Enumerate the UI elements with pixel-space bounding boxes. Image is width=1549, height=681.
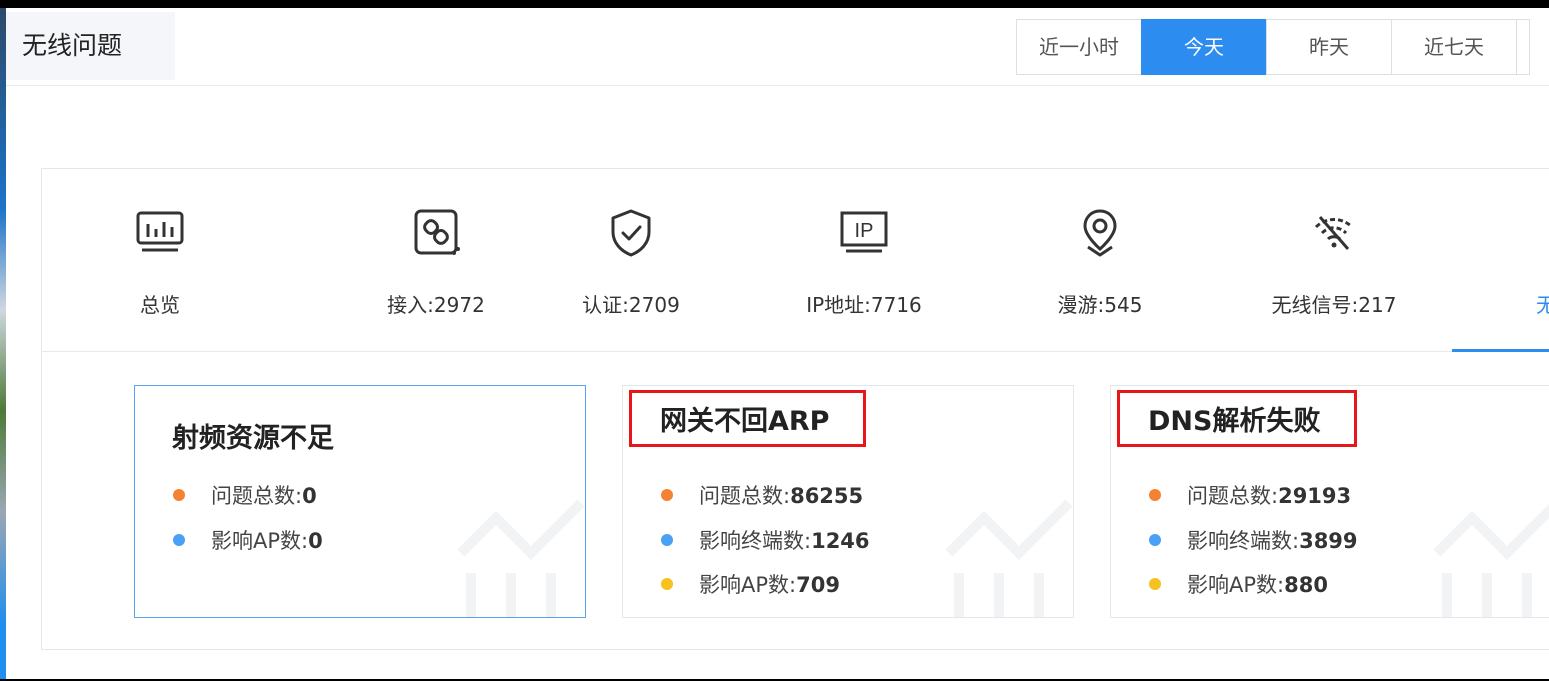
background-window-edge bbox=[0, 8, 6, 679]
card-title: 射频资源不足 bbox=[172, 423, 334, 454]
issue-card-gateway-arp[interactable]: 网关不回ARP 问题总数:86255 影响终端数:1246 影响AP数:709 bbox=[622, 385, 1074, 618]
category-label: 漫游:545 bbox=[1057, 293, 1143, 317]
metric-value: 1246 bbox=[811, 529, 870, 553]
card-title: 网关不回ARP bbox=[629, 390, 867, 447]
metric-label: 问题总数: bbox=[211, 484, 303, 508]
app-frame: 无线问题 近一小时 今天 昨天 近七天 总览 接入:2972 认证:2709 I… bbox=[0, 8, 1549, 679]
blue-dot-icon bbox=[1149, 534, 1161, 546]
category-tab-wireless-signal[interactable]: 无线信号:217 bbox=[1234, 205, 1434, 318]
yellow-dot-icon bbox=[661, 578, 673, 590]
metric-value: 709 bbox=[796, 573, 840, 597]
ip-address-icon: IP bbox=[840, 211, 888, 253]
top-bar: 无线问题 近一小时 今天 昨天 近七天 bbox=[0, 8, 1549, 86]
trend-watermark-icon bbox=[1433, 503, 1549, 617]
blue-dot-icon bbox=[173, 534, 185, 546]
location-pin-icon bbox=[1083, 209, 1117, 257]
issue-panel: 总览 接入:2972 认证:2709 IP IP地址:7716 漫游:545 无… bbox=[41, 168, 1549, 650]
metric-affected-ap: 影响AP数:0 bbox=[173, 525, 323, 555]
orange-dot-icon bbox=[661, 489, 673, 501]
category-tab-auth[interactable]: 认证:2709 bbox=[531, 205, 731, 318]
category-label: 接入:2972 bbox=[387, 293, 485, 317]
category-tabs: 总览 接入:2972 认证:2709 IP IP地址:7716 漫游:545 无… bbox=[42, 169, 1549, 352]
category-label: 无线信号:217 bbox=[1271, 293, 1397, 317]
metric-value: 0 bbox=[302, 484, 317, 508]
active-tab-indicator bbox=[1452, 349, 1549, 352]
trend-watermark-icon bbox=[457, 499, 585, 617]
svg-text:IP: IP bbox=[855, 220, 874, 242]
issue-card-dns-failure[interactable]: DNS解析失败 问题总数:29193 影响终端数:3899 影响AP数:880 bbox=[1110, 385, 1549, 618]
issue-card-rf-insufficient[interactable]: 射频资源不足 问题总数:0 影响AP数:0 bbox=[134, 385, 586, 618]
metric-value: 880 bbox=[1284, 573, 1328, 597]
time-range-tabs: 近一小时 今天 昨天 近七天 bbox=[1016, 19, 1530, 75]
metric-value: 29193 bbox=[1278, 484, 1352, 508]
metric-total-issues: 问题总数:0 bbox=[173, 480, 317, 510]
metric-affected-ap: 影响AP数:880 bbox=[1149, 569, 1328, 599]
metric-label: 影响终端数: bbox=[1187, 529, 1300, 553]
range-tab-last-seven-days[interactable]: 近七天 bbox=[1391, 19, 1517, 75]
metric-affected-terminals: 影响终端数:3899 bbox=[1149, 525, 1358, 555]
trend-watermark-icon bbox=[945, 499, 1073, 617]
category-label: 无法上 bbox=[1536, 293, 1549, 317]
metric-total-issues: 问题总数:86255 bbox=[661, 480, 863, 510]
orange-dot-icon bbox=[1149, 489, 1161, 501]
metric-affected-terminals: 影响终端数:1246 bbox=[661, 525, 870, 555]
shield-check-icon bbox=[611, 209, 651, 257]
category-tab-overview[interactable]: 总览 bbox=[60, 205, 260, 318]
blue-dot-icon bbox=[661, 534, 673, 546]
range-tab-last-hour[interactable]: 近一小时 bbox=[1016, 19, 1142, 75]
category-tab-cannot-connect[interactable]: 无法上 bbox=[1466, 205, 1549, 318]
category-label: 总览 bbox=[140, 293, 180, 317]
yellow-dot-icon bbox=[1149, 578, 1161, 590]
metric-affected-ap: 影响AP数:709 bbox=[661, 569, 840, 599]
category-tab-roaming[interactable]: 漫游:545 bbox=[1000, 205, 1200, 318]
metric-value: 3899 bbox=[1299, 529, 1358, 553]
metric-label: 影响AP数: bbox=[1187, 573, 1285, 597]
metric-total-issues: 问题总数:29193 bbox=[1149, 480, 1351, 510]
metric-value: 0 bbox=[308, 529, 323, 553]
metric-value: 86255 bbox=[790, 484, 864, 508]
wifi-off-icon bbox=[1314, 216, 1354, 250]
metric-label: 影响终端数: bbox=[699, 529, 812, 553]
link-access-icon bbox=[414, 209, 460, 255]
category-label: IP地址:7716 bbox=[806, 293, 922, 317]
metric-label: 问题总数: bbox=[1187, 484, 1279, 508]
metric-label: 影响AP数: bbox=[211, 529, 309, 553]
partial-icon bbox=[1538, 205, 1549, 261]
card-title: DNS解析失败 bbox=[1117, 390, 1358, 447]
category-label: 认证:2709 bbox=[582, 293, 680, 317]
range-tab-yesterday[interactable]: 昨天 bbox=[1266, 19, 1392, 75]
metric-label: 问题总数: bbox=[699, 484, 791, 508]
category-tab-access[interactable]: 接入:2972 bbox=[336, 205, 536, 318]
range-tab-more[interactable] bbox=[1516, 19, 1530, 75]
category-tab-ip[interactable]: IP IP地址:7716 bbox=[764, 205, 964, 318]
range-tab-today[interactable]: 今天 bbox=[1141, 19, 1267, 75]
metric-label: 影响AP数: bbox=[699, 573, 797, 597]
page-title: 无线问题 bbox=[6, 12, 175, 80]
monitor-chart-icon bbox=[136, 211, 184, 252]
orange-dot-icon bbox=[173, 489, 185, 501]
